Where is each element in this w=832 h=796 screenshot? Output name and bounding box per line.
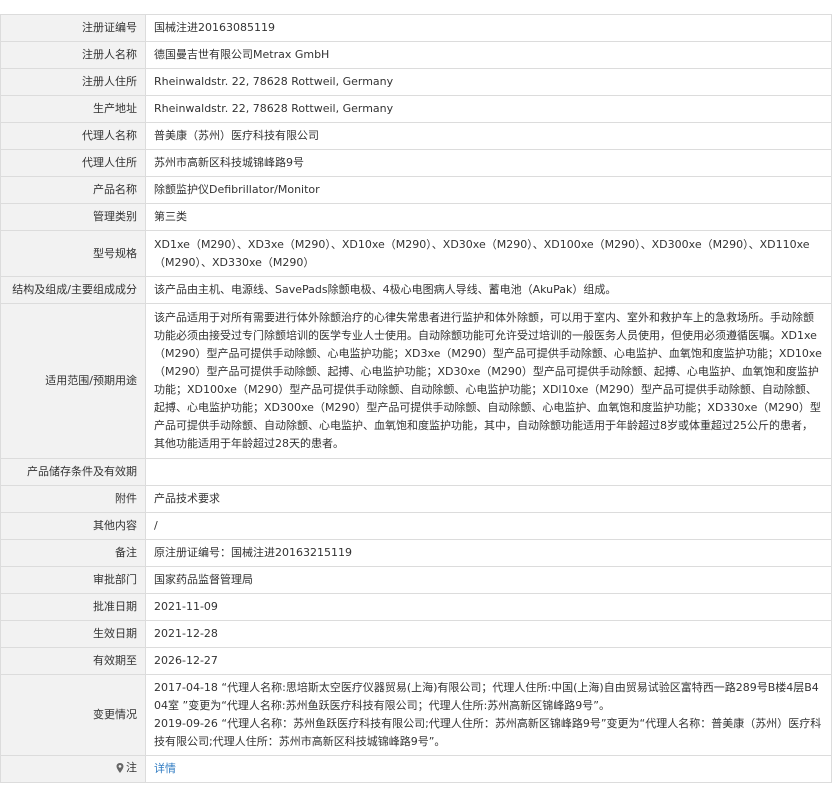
row-value (145, 458, 832, 486)
table-row: 注册人住所 Rheinwaldstr. 22, 78628 Rottweil, G… (0, 68, 832, 96)
row-label: 注册人名称 (0, 41, 146, 69)
table-row: 附件 产品技术要求 (0, 485, 832, 513)
table-row: 结构及组成/主要组成成分 该产品由主机、电源线、SavePads除颤电极、4极心电… (0, 276, 832, 304)
table-row: 注册人名称 德国曼吉世有限公司Metrax GmbH (0, 41, 832, 69)
row-value: Rheinwaldstr. 22, 78628 Rottweil, German… (145, 68, 832, 96)
table-row: 备注 原注册证编号：国械注进20163215119 (0, 539, 832, 567)
table-row: 注册证编号 国械注进20163085119 (0, 14, 832, 42)
row-label: 其他内容 (0, 512, 146, 540)
row-label: 代理人名称 (0, 122, 146, 150)
table-row: 型号规格 XD1xe（M290）、XD3xe（M290）、XD10xe（M290）… (0, 230, 832, 277)
row-label: 代理人住所 (0, 149, 146, 177)
row-label: 有效期至 (0, 647, 146, 675)
row-label: 附件 (0, 485, 146, 513)
row-value: 国械注进20163085119 (145, 14, 832, 42)
table-row: 生效日期 2021-12-28 (0, 620, 832, 648)
row-label: 适用范围/预期用途 (0, 303, 146, 459)
table-row: 产品储存条件及有效期 (0, 458, 832, 486)
table-row: 适用范围/预期用途 该产品适用于对所有需要进行体外除颤治疗的心律失常患者进行监护和… (0, 303, 832, 459)
row-value: Rheinwaldstr. 22, 78628 Rottweil, German… (145, 95, 832, 123)
table-row: 代理人名称 普美康（苏州）医疗科技有限公司 (0, 122, 832, 150)
row-label: 产品储存条件及有效期 (0, 458, 146, 486)
table-row-note: 注 详情 (0, 755, 832, 783)
row-label-changes: 变更情况 (0, 674, 146, 756)
note-label: 注 (116, 759, 137, 777)
row-value: 普美康（苏州）医疗科技有限公司 (145, 122, 832, 150)
note-label-text: 注 (126, 761, 137, 774)
detail-footer-rows: 变更情况 2017-04-18 “代理人名称:思培斯太空医疗仪器贸易(上海)有限… (0, 674, 832, 783)
row-value: / (145, 512, 832, 540)
row-label: 型号规格 (0, 230, 146, 277)
row-value-changes: 2017-04-18 “代理人名称:思培斯太空医疗仪器贸易(上海)有限公司；代理… (145, 674, 832, 756)
row-value: XD1xe（M290）、XD3xe（M290）、XD10xe（M290）、XD3… (145, 230, 832, 277)
row-value: 2026-12-27 (145, 647, 832, 675)
row-label-note: 注 (0, 755, 146, 783)
row-label: 备注 (0, 539, 146, 567)
row-value-note: 详情 (145, 755, 832, 783)
table-row: 批准日期 2021-11-09 (0, 593, 832, 621)
row-value: 原注册证编号：国械注进20163215119 (145, 539, 832, 567)
details-link[interactable]: 详情 (154, 762, 176, 775)
row-label: 产品名称 (0, 176, 146, 204)
change-entry: 2017-04-18 “代理人名称:思培斯太空医疗仪器贸易(上海)有限公司；代理… (154, 681, 819, 712)
change-entry: 2019-09-26 “代理人名称：苏州鱼跃医疗科技有限公司;代理人住所：苏州高… (154, 717, 822, 748)
row-label: 注册证编号 (0, 14, 146, 42)
row-value: 该产品由主机、电源线、SavePads除颤电极、4极心电图病人导线、蓄电池（Ak… (145, 276, 832, 304)
table-row: 其他内容 / (0, 512, 832, 540)
row-label: 管理类别 (0, 203, 146, 231)
table-row: 生产地址 Rheinwaldstr. 22, 78628 Rottweil, Ge… (0, 95, 832, 123)
table-row: 有效期至 2026-12-27 (0, 647, 832, 675)
row-label: 生效日期 (0, 620, 146, 648)
detail-rows: 注册证编号 国械注进20163085119 注册人名称 德国曼吉世有限公司Metrax… (0, 14, 832, 675)
table-row-changes: 变更情况 2017-04-18 “代理人名称:思培斯太空医疗仪器贸易(上海)有限… (0, 674, 832, 756)
row-value: 苏州市高新区科技城锦峰路9号 (145, 149, 832, 177)
row-value: 第三类 (145, 203, 832, 231)
row-label: 生产地址 (0, 95, 146, 123)
row-value: 德国曼吉世有限公司Metrax GmbH (145, 41, 832, 69)
row-value: 除颤监护仪Defibrillator/Monitor (145, 176, 832, 204)
table-row: 产品名称 除颤监护仪Defibrillator/Monitor (0, 176, 832, 204)
row-value: 2021-12-28 (145, 620, 832, 648)
row-value: 该产品适用于对所有需要进行体外除颤治疗的心律失常患者进行监护和体外除颤，可以用于… (145, 303, 832, 459)
table-row: 审批部门 国家药品监督管理局 (0, 566, 832, 594)
row-value: 2021-11-09 (145, 593, 832, 621)
table-row: 代理人住所 苏州市高新区科技城锦峰路9号 (0, 149, 832, 177)
table-row: 管理类别 第三类 (0, 203, 832, 231)
row-label: 注册人住所 (0, 68, 146, 96)
row-value: 国家药品监督管理局 (145, 566, 832, 594)
row-label: 批准日期 (0, 593, 146, 621)
row-label: 结构及组成/主要组成成分 (0, 276, 146, 304)
registration-detail-table: 注册证编号 国械注进20163085119 注册人名称 德国曼吉世有限公司Metrax… (0, 14, 832, 783)
row-value: 产品技术要求 (145, 485, 832, 513)
pin-icon (116, 763, 124, 773)
row-label: 审批部门 (0, 566, 146, 594)
